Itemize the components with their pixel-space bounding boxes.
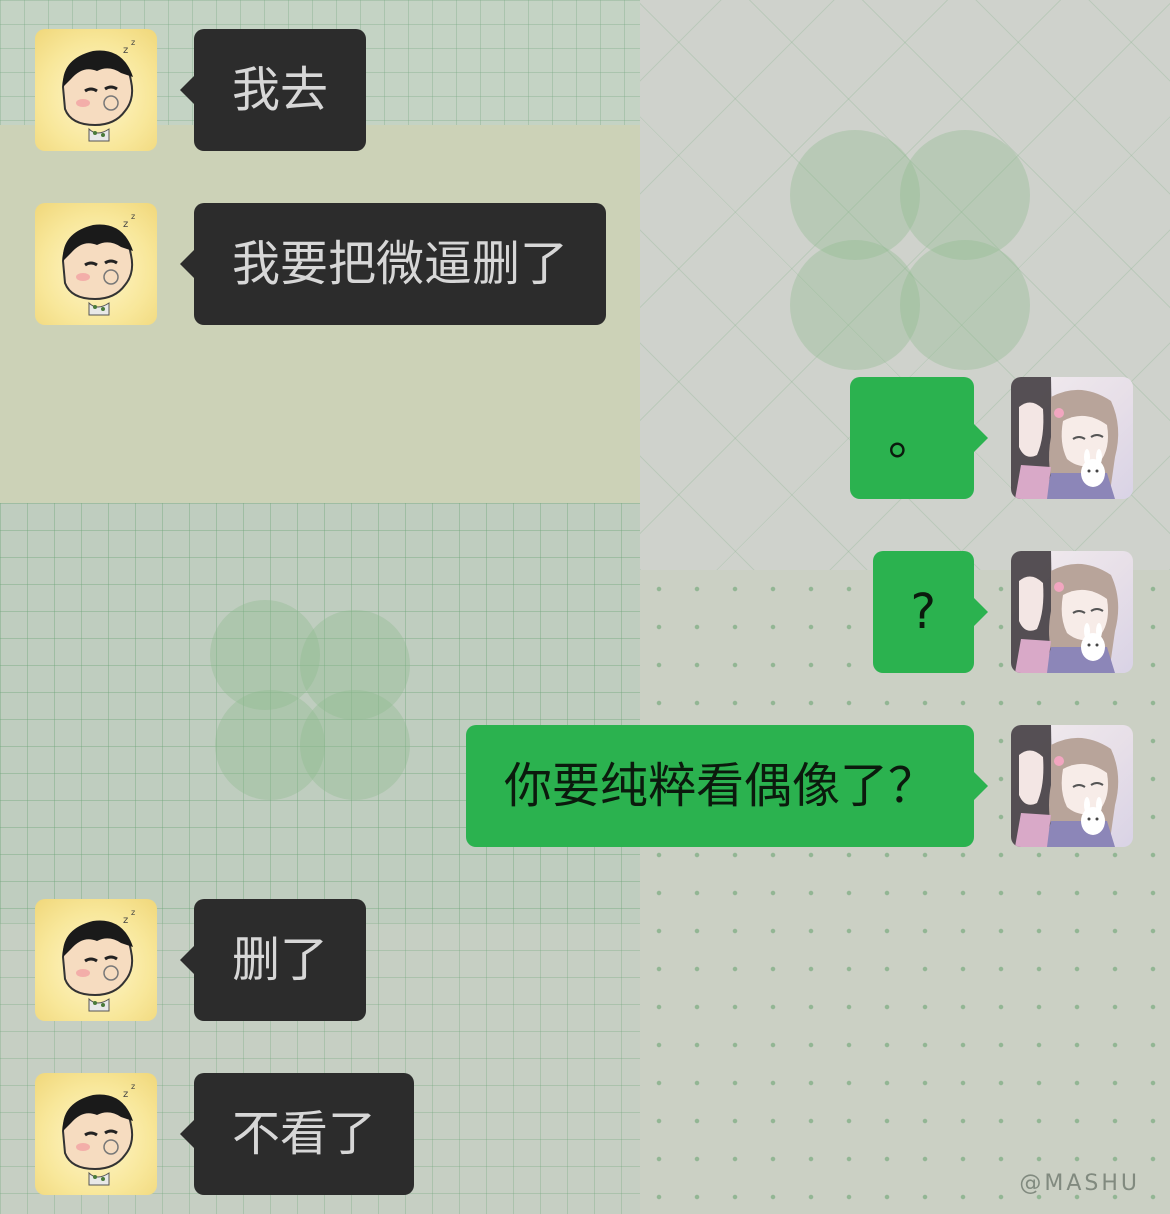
message-row: 。 — [849, 377, 1133, 499]
message-text: 。 — [887, 410, 936, 466]
message-row: 你要纯粹看偶像了？ — [465, 725, 1133, 847]
wallpaper-watermark: @MASHU — [1019, 1171, 1140, 1196]
message-text: ? — [910, 584, 936, 640]
message-row: z z 我要把微逼删了 — [35, 203, 607, 325]
svg-text:z: z — [123, 219, 128, 230]
svg-text:z: z — [123, 915, 128, 926]
shinchan-avatar[interactable]: z z — [35, 899, 157, 1021]
incoming-message-bubble[interactable]: 我去 — [179, 29, 367, 151]
shinchan-avatar[interactable]: z z — [35, 203, 157, 325]
svg-text:z: z — [131, 38, 135, 47]
message-row: ? — [872, 551, 1133, 673]
message-text: 不看了 — [232, 1106, 377, 1162]
outgoing-message-bubble[interactable]: 你要纯粹看偶像了？ — [465, 725, 989, 847]
outgoing-message-bubble[interactable]: ? — [872, 551, 989, 673]
shinchan-avatar[interactable]: z z — [35, 1073, 157, 1195]
anime-girls-avatar[interactable] — [1011, 551, 1133, 673]
incoming-message-bubble[interactable]: 删了 — [179, 899, 367, 1021]
svg-text:z: z — [131, 1082, 135, 1091]
outgoing-message-bubble[interactable]: 。 — [849, 377, 989, 499]
message-text: 删了 — [232, 932, 329, 988]
message-text: 我去 — [232, 62, 329, 118]
svg-text:z: z — [123, 1089, 128, 1100]
message-row: z z 删了 — [35, 899, 367, 1021]
shinchan-avatar[interactable]: z z — [35, 29, 157, 151]
incoming-message-bubble[interactable]: 不看了 — [179, 1073, 415, 1195]
svg-text:z: z — [123, 45, 128, 56]
message-row: z z 我去 — [35, 29, 367, 151]
anime-girls-avatar[interactable] — [1011, 725, 1133, 847]
anime-girls-avatar[interactable] — [1011, 377, 1133, 499]
message-row: z z 不看了 — [35, 1073, 415, 1195]
message-text: 我要把微逼删了 — [232, 236, 569, 292]
svg-text:z: z — [131, 212, 135, 221]
incoming-message-bubble[interactable]: 我要把微逼删了 — [179, 203, 607, 325]
svg-text:z: z — [131, 908, 135, 917]
message-text: 你要纯粹看偶像了？ — [503, 758, 936, 814]
